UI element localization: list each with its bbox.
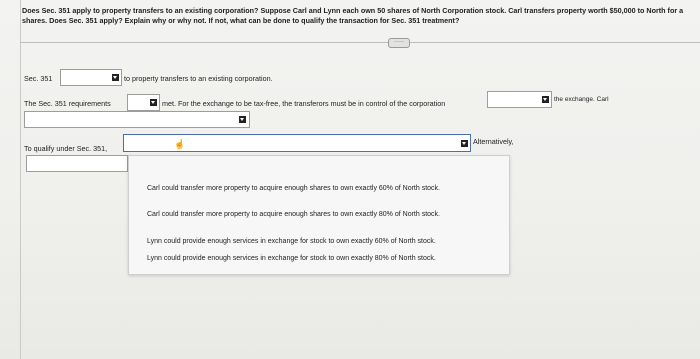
left-border	[20, 0, 21, 359]
requirements-met-select[interactable]	[127, 94, 160, 111]
dropdown-option[interactable]: Lynn could provide enough services in ex…	[147, 238, 436, 245]
dropdown-arrow-icon	[239, 116, 246, 123]
dropdown-option[interactable]: Carl could transfer more property to acq…	[147, 185, 440, 192]
row3-suffix-text: Alternatively,	[473, 137, 514, 146]
dropdown-arrow-icon	[112, 74, 119, 81]
requirements-label: The Sec. 351 requirements	[24, 99, 111, 108]
hand-cursor-icon: ☝	[174, 139, 186, 149]
qualify-label: To qualify under Sec. 351,	[24, 144, 108, 153]
question-line-2: shares. Does Sec. 351 apply? Explain why…	[22, 16, 460, 25]
divider	[20, 42, 700, 43]
expand-button[interactable]: ·····	[388, 38, 410, 48]
dropdown-arrow-icon	[150, 99, 157, 106]
dropdown-arrow-icon	[461, 140, 468, 147]
sec351-applies-select[interactable]	[60, 69, 122, 86]
page: Does Sec. 351 apply to property transfer…	[0, 0, 700, 359]
sec351-label: Sec. 351	[24, 74, 53, 83]
control-timing-select[interactable]	[487, 91, 552, 108]
question-text: Does Sec. 351 apply to property transfer…	[22, 6, 700, 26]
dropdown-options-list: Carl could transfer more property to acq…	[128, 155, 510, 275]
alternative-select[interactable]	[26, 155, 128, 172]
dropdown-option[interactable]: Lynn could provide enough services in ex…	[147, 255, 436, 262]
row2-middle-text: met. For the exchange to be tax-free, th…	[162, 99, 446, 108]
carl-ownership-select[interactable]	[24, 111, 250, 128]
dropdown-arrow-icon	[542, 96, 549, 103]
dropdown-option[interactable]: Carl could transfer more property to acq…	[147, 211, 440, 218]
question-line-1: Does Sec. 351 apply to property transfer…	[22, 6, 684, 15]
row2-suffix-text: the exchange. Carl	[554, 96, 609, 103]
row1-suffix-text: to property transfers to an existing cor…	[124, 74, 273, 83]
